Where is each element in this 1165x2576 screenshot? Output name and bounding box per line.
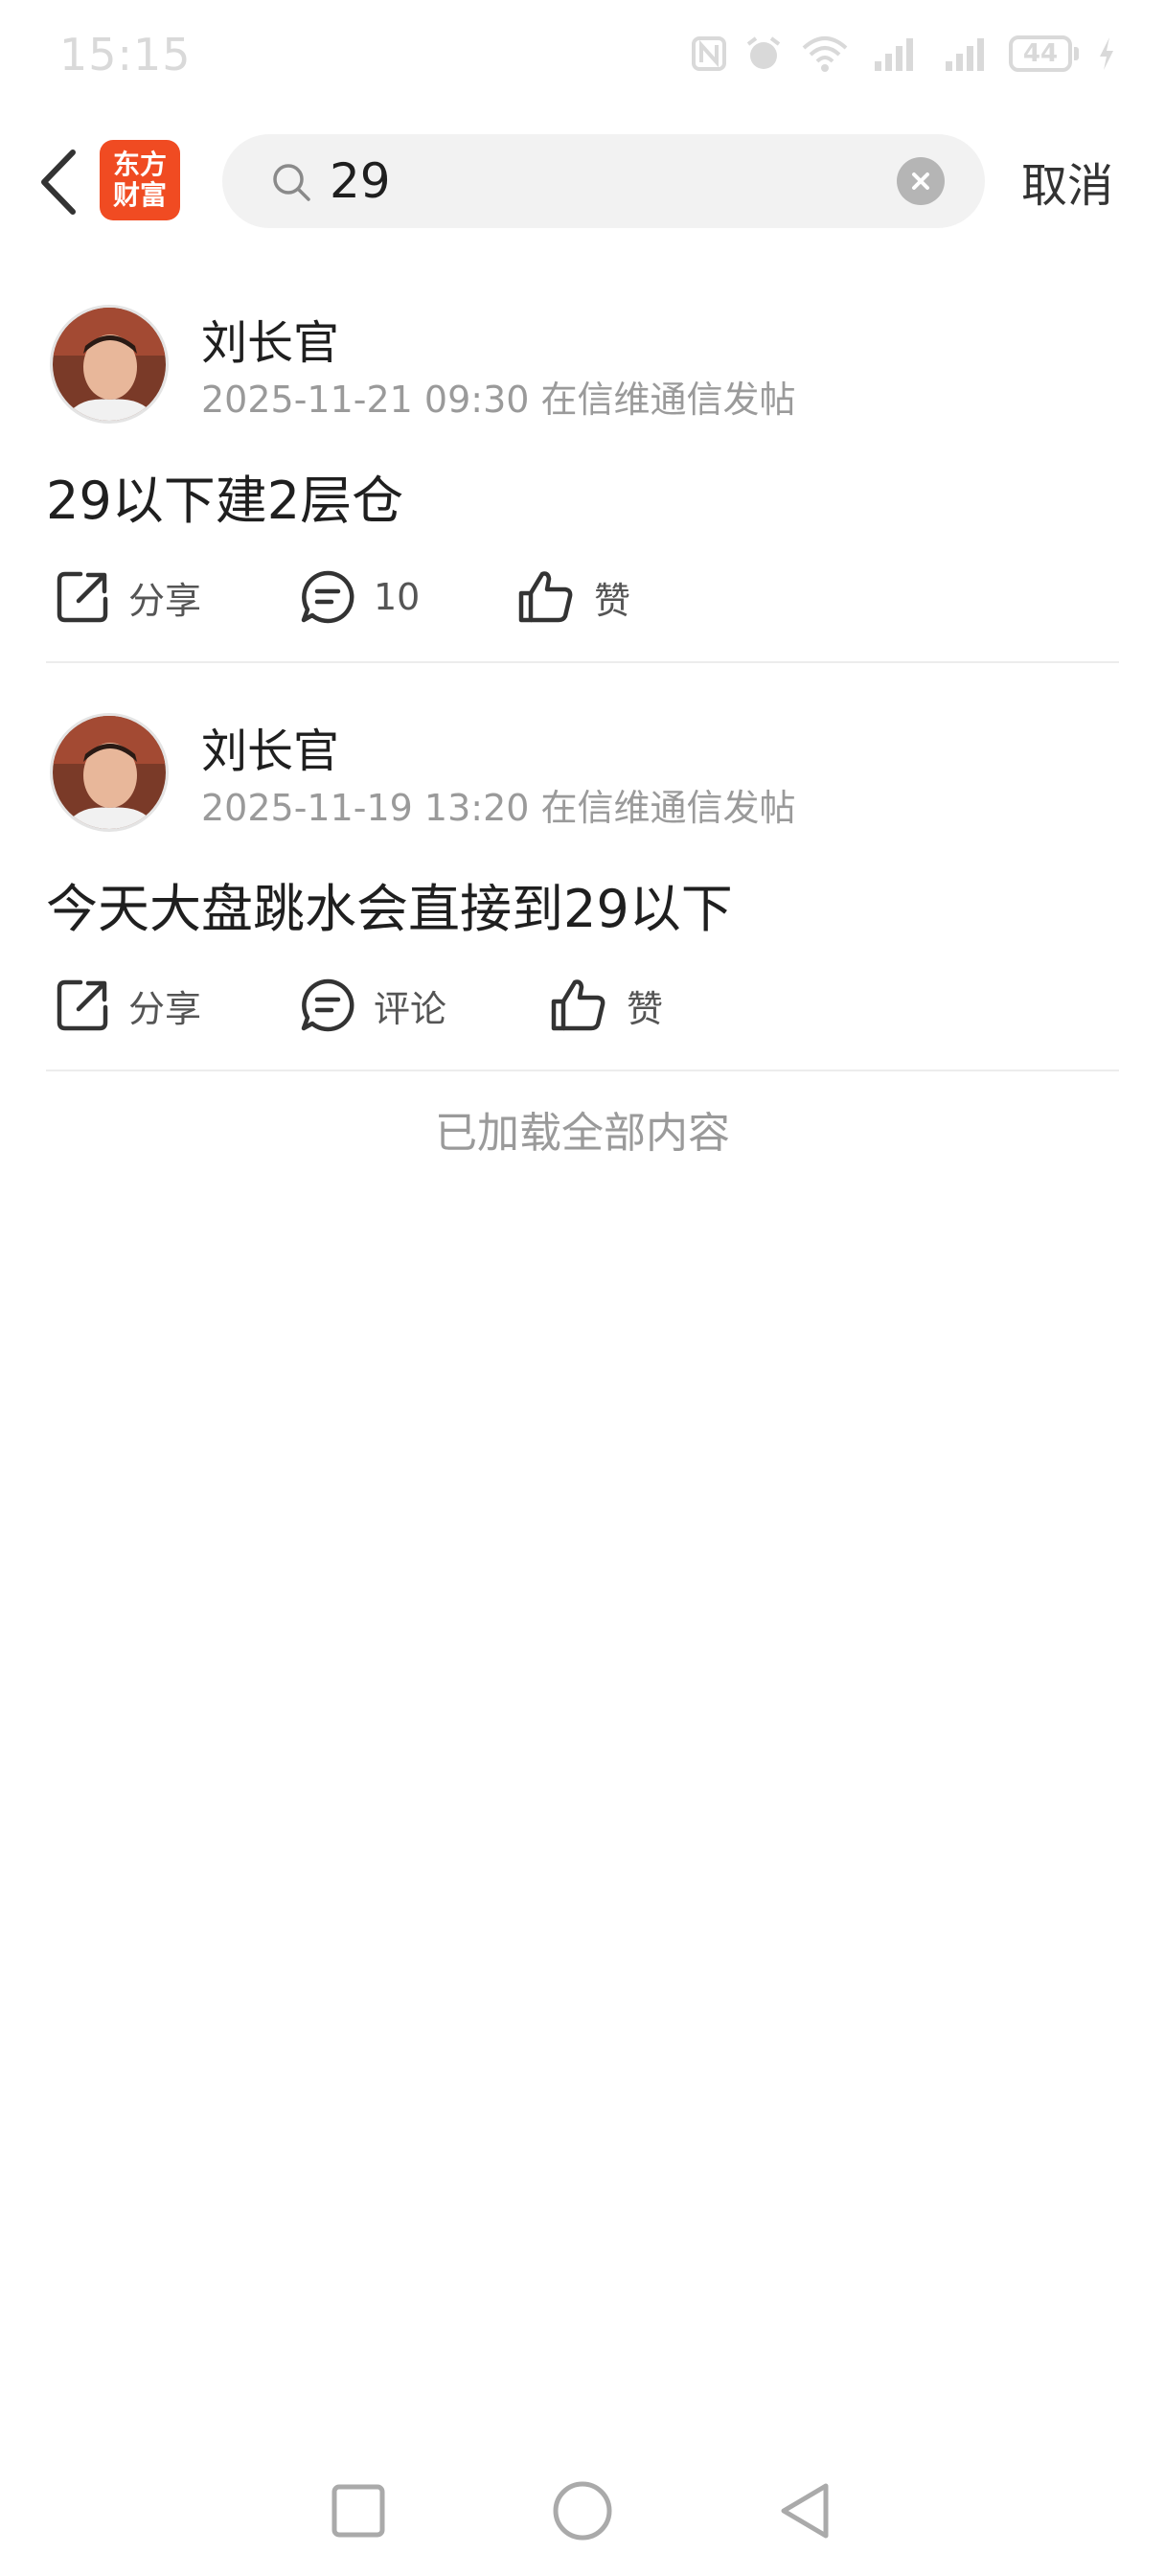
avatar[interactable] — [50, 713, 169, 832]
battery-tip — [1074, 47, 1079, 60]
post-meta: 2025-11-21 09:30 在信维通信发帖 — [201, 379, 796, 421]
like-button[interactable]: 赞 — [515, 565, 630, 629]
search-input[interactable] — [330, 148, 866, 215]
logo-text-line2: 财富 — [112, 179, 167, 211]
chevron-left-icon — [41, 150, 76, 215]
status-icons: 44 — [691, 34, 1117, 73]
home-button[interactable] — [544, 2472, 621, 2549]
thumbs-up-icon — [518, 571, 573, 623]
share-label: 分享 — [128, 579, 202, 622]
search-icon — [273, 164, 310, 201]
comment-icon — [301, 978, 354, 1032]
author-name[interactable]: 刘长官 — [201, 713, 339, 780]
close-icon — [912, 172, 929, 190]
search-box[interactable] — [222, 134, 985, 228]
status-time: 15:15 — [59, 29, 192, 80]
alarm-icon — [746, 36, 781, 69]
comment-button[interactable]: 10 — [299, 565, 420, 629]
share-button[interactable]: 分享 — [54, 974, 201, 1037]
charging-icon — [1100, 37, 1113, 70]
clear-search-button[interactable] — [897, 157, 945, 205]
battery-indicator: 44 — [1009, 35, 1079, 72]
back-button[interactable] — [29, 146, 86, 218]
like-label: 赞 — [594, 579, 631, 622]
post-content[interactable]: 29以下建2层仓 — [46, 458, 403, 534]
share-label: 分享 — [128, 987, 202, 1030]
battery-level: 44 — [1009, 35, 1072, 72]
recent-apps-button[interactable] — [320, 2472, 397, 2549]
share-icon — [57, 571, 108, 623]
nfc-icon — [692, 36, 726, 71]
like-button[interactable]: 赞 — [548, 974, 663, 1037]
status-bar: 15:15 44 — [0, 0, 1165, 115]
wifi-icon — [802, 36, 848, 72]
like-label: 赞 — [627, 987, 664, 1030]
post-item[interactable]: 刘长官 2025-11-21 09:30 在信维通信发帖 29以下建2层仓 分享… — [46, 305, 1119, 663]
post-content[interactable]: 今天大盘跳水会直接到29以下 — [46, 866, 733, 942]
share-icon — [57, 979, 108, 1031]
comment-count: 10 — [374, 576, 421, 618]
comment-button[interactable]: 评论 — [299, 974, 446, 1037]
search-header: 东方 财富 取消 — [0, 125, 1165, 240]
triangle-back-icon — [781, 2483, 829, 2539]
app-logo[interactable]: 东方 财富 — [100, 140, 180, 220]
thumbs-up-icon — [551, 979, 605, 1031]
comment-label: 评论 — [374, 987, 447, 1030]
avatar[interactable] — [50, 305, 169, 424]
signal-icon — [875, 38, 913, 71]
post-meta: 2025-11-19 13:20 在信维通信发帖 — [201, 787, 796, 829]
author-name[interactable]: 刘长官 — [201, 305, 339, 372]
circle-icon — [553, 2481, 612, 2541]
comment-icon — [301, 570, 354, 624]
cancel-button[interactable]: 取消 — [1021, 148, 1113, 215]
share-button[interactable]: 分享 — [54, 565, 201, 629]
load-all-text: 已加载全部内容 — [435, 1109, 730, 1158]
back-nav-button[interactable] — [766, 2472, 843, 2549]
signal-icon — [946, 38, 984, 71]
logo-text-line1: 东方 — [112, 149, 167, 180]
system-nav-bar — [0, 2472, 1165, 2576]
post-item[interactable]: 刘长官 2025-11-19 13:20 在信维通信发帖 今天大盘跳水会直接到2… — [46, 713, 1119, 1071]
square-icon — [331, 2484, 385, 2538]
